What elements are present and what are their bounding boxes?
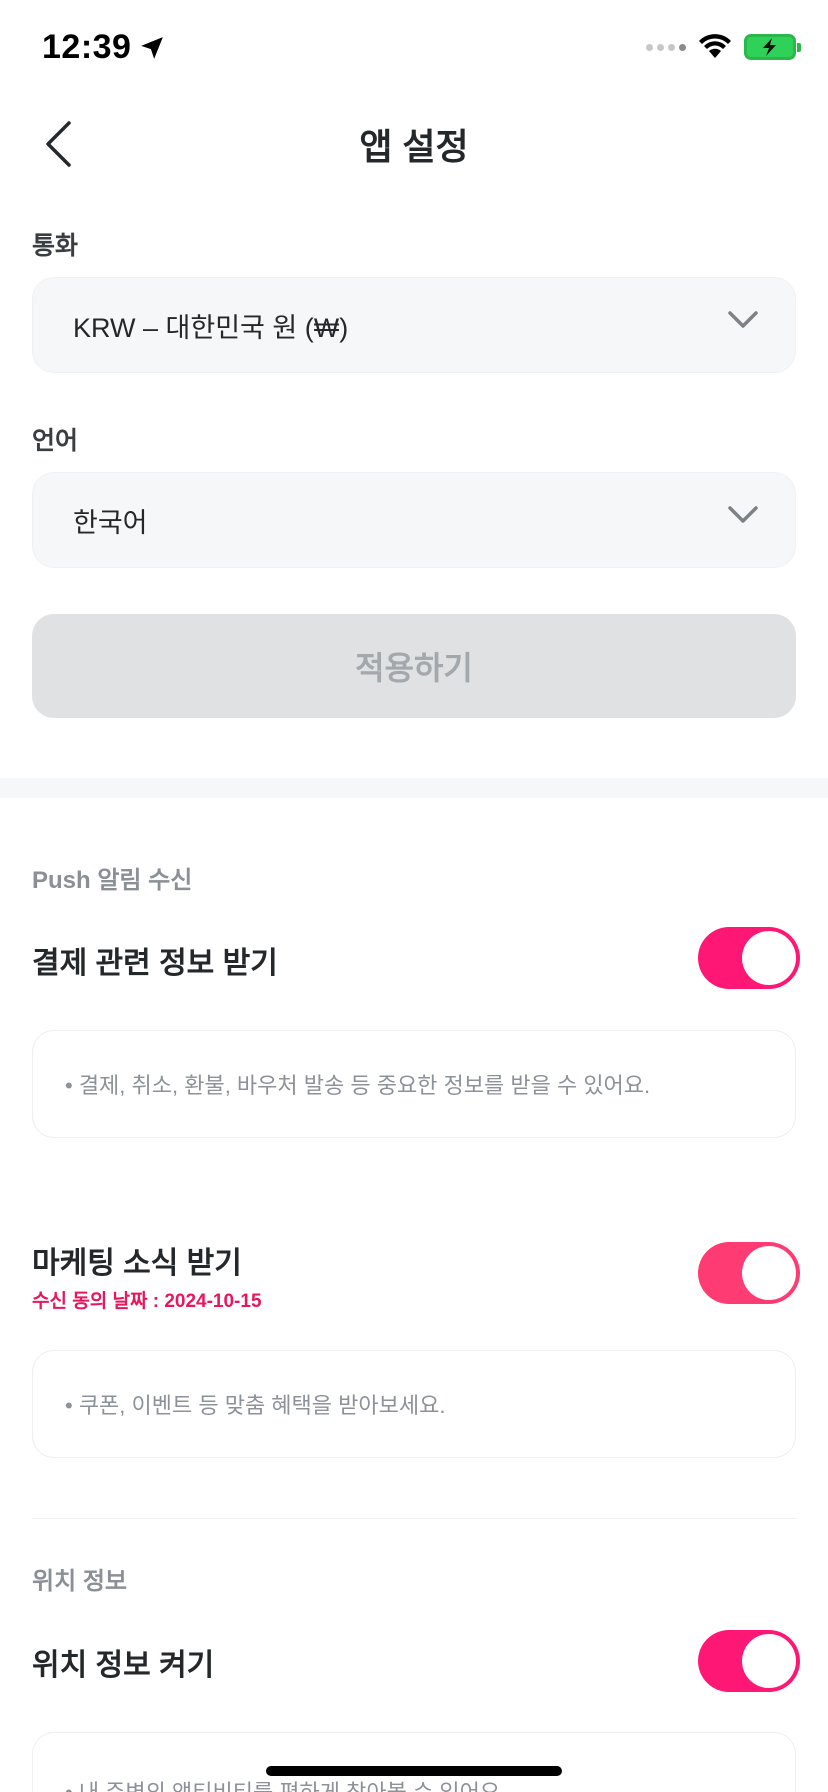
payment-info-title: 결제 관련 정보 받기 bbox=[32, 947, 278, 980]
page-title: 앱 설정 bbox=[359, 126, 469, 167]
status-time: 12:39 bbox=[42, 28, 165, 67]
chevron-down-icon bbox=[728, 506, 758, 523]
marketing-toggle[interactable] bbox=[698, 1242, 800, 1304]
toggle-knob bbox=[742, 1634, 796, 1688]
toggle-knob bbox=[742, 1246, 796, 1300]
home-indicator bbox=[266, 1766, 562, 1776]
location-toggle-title: 위치 정보 켜기 bbox=[32, 1649, 215, 1682]
marketing-title: 마케팅 소식 받기 bbox=[32, 1247, 242, 1280]
currency-select[interactable]: KRW – 대한민국 원 (₩) bbox=[32, 277, 796, 373]
signal-icon bbox=[646, 43, 686, 51]
location-section-title: 위치 정보 bbox=[32, 1568, 127, 1595]
language-select[interactable]: 한국어 bbox=[32, 472, 796, 568]
currency-label: 통화 bbox=[32, 232, 79, 260]
apply-button[interactable]: 적용하기 bbox=[32, 614, 796, 718]
marketing-description: • 쿠폰, 이벤트 등 맞춤 혜택을 받아보세요. bbox=[32, 1350, 796, 1458]
payment-info-toggle[interactable] bbox=[698, 927, 800, 989]
status-time-text: 12:39 bbox=[42, 28, 132, 66]
push-section-title: Push 알림 수신 bbox=[32, 867, 193, 894]
location-arrow-icon bbox=[141, 36, 164, 59]
language-label: 언어 bbox=[32, 427, 79, 455]
status-bar: 12:39 bbox=[0, 0, 828, 100]
location-toggle[interactable] bbox=[698, 1630, 800, 1692]
toggle-knob bbox=[742, 931, 796, 985]
status-icons bbox=[646, 34, 801, 60]
wifi-icon bbox=[699, 34, 731, 58]
divider bbox=[32, 1518, 796, 1519]
battery-charging-icon bbox=[744, 34, 801, 60]
nav-bar: 앱 설정 bbox=[0, 100, 828, 180]
section-divider bbox=[0, 778, 828, 798]
chevron-down-icon bbox=[728, 311, 758, 328]
consent-date: 수신 동의 날짜 : 2024-10-15 bbox=[32, 1291, 262, 1312]
payment-info-description: • 결제, 취소, 환불, 바우처 발송 등 중요한 정보를 받을 수 있어요. bbox=[32, 1030, 796, 1138]
location-description: • 내 주변의 액티비티를 편하게 찾아볼 수 있어요. bbox=[32, 1732, 796, 1792]
language-value: 한국어 bbox=[73, 507, 148, 538]
currency-value: KRW – 대한민국 원 (₩) bbox=[73, 312, 349, 343]
